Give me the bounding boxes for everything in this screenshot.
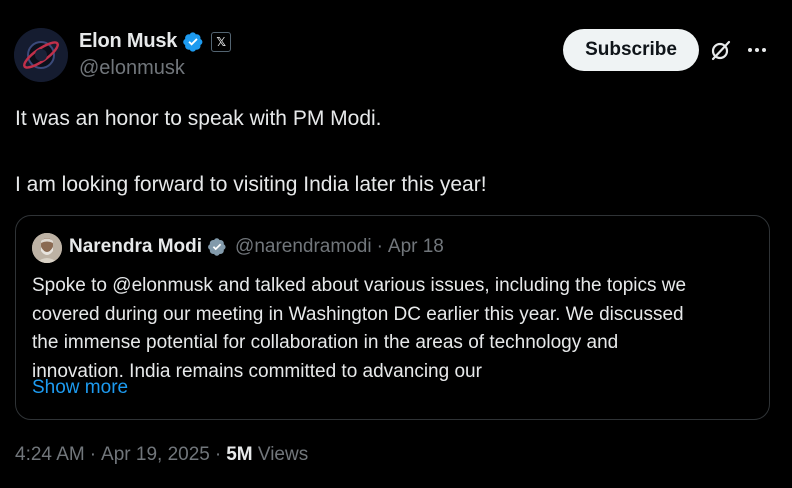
meta-separator: · (214, 444, 222, 465)
author-avatar[interactable] (14, 28, 68, 82)
quoted-text: Spoke to @elonmusk and talked about vari… (32, 272, 757, 386)
views-label[interactable]: Views (258, 444, 308, 465)
tweet-time[interactable]: 4:24 AM (15, 444, 85, 466)
tweet-date[interactable]: Apr 19, 2025 (101, 444, 210, 466)
quoted-handle[interactable]: @narendramodi (235, 236, 372, 258)
author-name-row: Elon Musk 𝕏 (79, 30, 232, 53)
quoted-text-line: covered during our meeting in Washington… (32, 303, 684, 325)
x-affiliate-badge-icon[interactable]: 𝕏 (211, 31, 232, 52)
quoted-tweet[interactable]: Narendra Modi @narendramodi · Apr 18 Spo… (15, 215, 770, 420)
verified-gray-badge-icon (208, 238, 226, 256)
quoted-text-line: Spoke to @elonmusk and talked about vari… (32, 275, 687, 296)
views-count[interactable]: 5M (226, 444, 252, 465)
tweet-text-line-1: It was an honor to speak with PM Modi. (15, 107, 382, 130)
show-more-link[interactable]: Show more (32, 377, 128, 399)
author-handle[interactable]: @elonmusk (79, 57, 185, 80)
tweet-text-line-2: I am looking forward to visiting India l… (15, 173, 487, 196)
quoted-text-line: innovation. India remains committed to a… (32, 360, 482, 382)
more-options-icon[interactable] (745, 38, 769, 62)
tweet-metadata: 4:24 AM · Apr 19, 2025 · 5M Views (15, 444, 308, 466)
quoted-separator: · (376, 236, 383, 257)
quoted-date[interactable]: Apr 18 (388, 236, 444, 258)
quoted-text-line: the immense potential for collaboration … (32, 332, 619, 353)
grok-icon[interactable] (709, 38, 733, 62)
quoted-display-name[interactable]: Narendra Modi (69, 236, 202, 258)
meta-separator: · (89, 444, 97, 465)
author-display-name[interactable]: Elon Musk (79, 30, 177, 53)
verified-badge-icon (183, 31, 203, 52)
subscribe-button[interactable]: Subscribe (563, 29, 699, 71)
quoted-author-avatar[interactable] (32, 233, 62, 263)
quoted-header: Narendra Modi @narendramodi · Apr 18 (69, 236, 444, 258)
